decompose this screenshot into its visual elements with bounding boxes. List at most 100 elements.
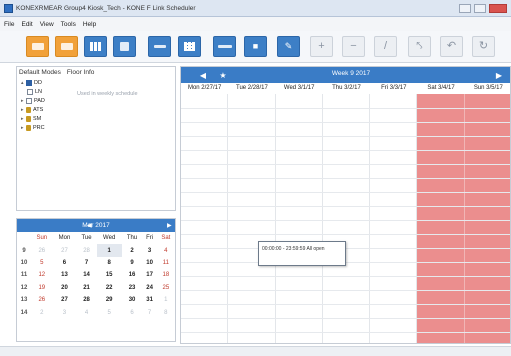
menu-tools[interactable]: Tools [61,21,76,28]
weekend-column[interactable] [464,94,510,343]
day-cell[interactable]: 25 [157,282,175,294]
day-header[interactable]: Mon 2/27/17 [181,83,228,94]
day-cell[interactable]: 1 [157,294,175,306]
bar-button[interactable] [213,36,236,57]
week-number[interactable]: 12 [17,282,31,294]
grid-button[interactable] [178,36,201,57]
day-cell[interactable]: 30 [122,294,143,306]
checkbox[interactable] [26,98,32,104]
remove-button[interactable]: − [342,36,365,57]
day-cell[interactable]: 18 [157,269,175,281]
wrench-button[interactable]: / [374,36,397,57]
menu-edit[interactable]: Edit [21,21,32,28]
split-button[interactable]: ⤣ [408,36,431,57]
day-header[interactable]: Sat 3/4/17 [417,83,464,94]
day-cell[interactable]: 6 [53,257,77,269]
columns-button[interactable] [84,36,107,57]
week-number[interactable]: 11 [17,269,31,281]
day-cell[interactable]: 10 [143,257,157,269]
week-number[interactable]: 10 [17,257,31,269]
day-cell[interactable]: 3 [143,244,157,256]
day-cell[interactable]: 3 [53,306,77,318]
tree-item[interactable]: ▸ ATS [21,106,43,114]
next-week-icon[interactable]: ▶ [491,69,507,81]
tree-item[interactable]: ▸ PRC [21,124,45,132]
tree-item[interactable]: ▸ PAD [21,97,45,105]
calendar-week-button[interactable] [55,36,78,57]
day-cell[interactable]: 4 [157,244,175,256]
week-number[interactable]: 14 [17,306,31,318]
list-button[interactable] [148,36,171,57]
day-header[interactable]: Wed 3/1/17 [276,83,323,94]
day-cell[interactable]: 28 [76,244,97,256]
menu-view[interactable]: View [40,21,54,28]
add-button[interactable]: + [310,36,333,57]
day-header[interactable]: Tue 2/28/17 [228,83,275,94]
day-cell[interactable]: 1 [96,244,122,257]
day-cell[interactable]: 7 [143,306,157,318]
next-month-icon[interactable]: ▶ [167,222,172,229]
day-cell[interactable]: 16 [122,269,143,281]
day-cell[interactable]: 13 [53,269,77,281]
day-column[interactable] [228,94,276,343]
day-cell[interactable]: 8 [157,306,175,318]
schedule-event[interactable]: 00:00:00 - 23:59:59 All open [258,241,346,266]
close-button[interactable] [489,3,507,13]
day-cell[interactable]: 26 [31,244,53,256]
day-cell[interactable]: 27 [53,294,77,306]
lock-button[interactable]: ■ [244,36,267,57]
tab-floor-info[interactable]: Floor Info [67,69,94,76]
day-cell[interactable]: 6 [122,306,143,318]
day-cell[interactable]: 20 [53,282,77,294]
day-column[interactable] [276,94,323,343]
checkbox[interactable] [27,89,33,95]
day-cell[interactable]: 19 [31,282,53,294]
day-cell[interactable]: 2 [122,244,143,256]
day-cell[interactable]: 23 [122,282,143,294]
minimize-button[interactable] [459,3,471,13]
save-button[interactable] [113,36,136,57]
day-cell[interactable]: 15 [97,269,122,281]
day-cell[interactable]: 5 [97,306,122,318]
undo-button[interactable]: ↶ [440,36,463,57]
tree-item[interactable]: ▸ SM [21,115,41,123]
day-cell[interactable]: 29 [97,294,122,306]
day-column[interactable] [181,94,229,343]
day-cell[interactable]: 8 [97,257,122,269]
menu-help[interactable]: Help [83,21,96,28]
day-cell[interactable]: 2 [31,306,53,318]
week-number[interactable]: 9 [17,244,31,256]
tree-item[interactable]: LN [27,88,42,96]
day-cell[interactable]: 4 [76,306,97,318]
tab-default-modes[interactable]: Default Modes [19,69,61,76]
day-cell[interactable]: 31 [143,294,157,306]
edit-button[interactable]: ✎ [277,36,300,57]
schedule-grid[interactable]: 00:00:00 - 23:59:59 All open [181,94,510,343]
day-header[interactable]: Fri 3/3/17 [370,83,417,94]
week-number[interactable]: 13 [17,294,31,306]
tree-item[interactable]: ▴ DD [21,79,42,87]
checkbox[interactable] [26,80,32,86]
day-header[interactable]: Thu 3/2/17 [323,83,370,94]
star-icon[interactable]: ★ [215,69,231,81]
calendar-button[interactable] [26,36,49,57]
weekend-column[interactable] [417,94,465,343]
day-column[interactable] [323,94,371,343]
maximize-button[interactable] [474,3,486,13]
day-cell[interactable]: 26 [31,294,53,306]
day-cell[interactable]: 21 [76,282,97,294]
menu-file[interactable]: File [4,21,14,28]
day-cell[interactable]: 12 [31,269,53,281]
day-header[interactable]: Sun 3/5/17 [465,83,510,94]
day-cell[interactable]: 17 [143,269,157,281]
prev-week-icon[interactable]: ◀ [195,69,211,81]
day-cell[interactable]: 27 [53,244,77,256]
refresh-button[interactable]: ↻ [472,36,495,57]
day-cell[interactable]: 28 [76,294,97,306]
day-cell[interactable]: 9 [122,257,143,269]
day-cell[interactable]: 22 [97,282,122,294]
day-cell[interactable]: 7 [76,257,97,269]
day-cell[interactable]: 24 [143,282,157,294]
prev-month-icon[interactable]: ◀ [87,222,92,229]
day-column[interactable] [370,94,418,343]
